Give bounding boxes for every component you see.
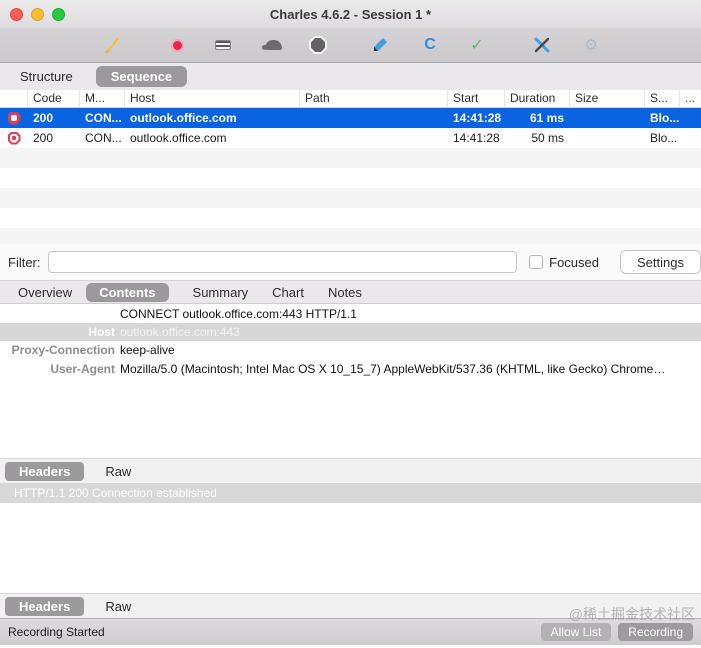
main-toolbar: C ✓ ⚙ [0, 28, 701, 63]
tools-icon[interactable] [530, 33, 554, 57]
close-button[interactable] [10, 8, 23, 21]
column-more[interactable]: ... [680, 90, 701, 107]
tab-sequence[interactable]: Sequence [95, 66, 188, 87]
settings-button[interactable]: Settings [620, 250, 701, 274]
response-status-line[interactable]: HTTP/1.1 200 Connection established [0, 483, 701, 503]
column-host[interactable]: Host [125, 90, 300, 107]
tab-structure[interactable]: Structure [20, 69, 73, 84]
column-duration[interactable]: Duration [505, 90, 570, 107]
response-pane-tabs: Headers Raw [0, 593, 701, 618]
status-text: Recording Started [8, 625, 105, 639]
charles-window: Charles 4.6.2 - Session 1 * C ✓ ⚙ Struct… [0, 0, 701, 648]
clear-session-broom-icon[interactable] [101, 33, 125, 57]
tab-headers[interactable]: Headers [5, 461, 85, 481]
request-pane-tabs: Headers Raw [0, 458, 701, 483]
view-tab-strip: Structure Sequence [0, 63, 701, 90]
window-title: Charles 4.6.2 - Session 1 * [269, 6, 432, 22]
cell-method: CON... [85, 131, 122, 145]
traffic-lights [10, 8, 65, 21]
cell-method: CON... [85, 111, 122, 125]
recording-button[interactable]: Recording [618, 623, 693, 641]
filter-label: Filter: [8, 254, 41, 270]
request-contents-pane: CONNECT outlook.office.com:443 HTTP/1.1 … [0, 304, 701, 458]
request-line[interactable]: CONNECT outlook.office.com:443 HTTP/1.1 [0, 304, 701, 323]
cell-status: Blo... [650, 131, 678, 145]
header-value: Mozilla/5.0 (Macintosh; Intel Mac OS X 1… [120, 362, 666, 376]
column-size[interactable]: Size [570, 90, 645, 107]
record-icon[interactable] [165, 33, 189, 57]
tab-headers[interactable]: Headers [5, 596, 85, 616]
ssl-lock-icon [7, 131, 21, 145]
header-name: User-Agent [50, 362, 115, 376]
cell-host: outlook.office.com [130, 111, 237, 125]
column-method[interactable]: M... [80, 90, 125, 107]
table-header: Code M... Host Path Start Duration Size … [0, 90, 701, 108]
repeat-icon[interactable]: C [418, 33, 442, 57]
cell-duration: 61 ms [529, 111, 564, 125]
tab-chart[interactable]: Chart [272, 285, 304, 300]
tab-contents[interactable]: Contents [86, 282, 169, 302]
column-path[interactable]: Path [300, 90, 448, 107]
header-row-proxy-connection[interactable]: Proxy-Connection keep-alive [0, 341, 701, 360]
column-icon[interactable] [0, 90, 28, 107]
cell-start: 14:41:28 [453, 131, 500, 145]
focused-label: Focused [549, 254, 600, 270]
focused-checkbox[interactable] [529, 255, 544, 269]
detail-tab-strip: Overview Contents Summary Chart Notes [0, 280, 701, 304]
zoom-button[interactable] [52, 8, 65, 21]
throttle-icon[interactable] [211, 33, 235, 57]
allow-list-button[interactable]: Allow List [540, 623, 612, 641]
header-value: outlook.office.com:443 [120, 325, 240, 339]
column-start[interactable]: Start [448, 90, 505, 107]
validate-icon[interactable]: ✓ [465, 33, 489, 57]
header-row-host[interactable]: Host outlook.office.com:443 [0, 323, 701, 341]
tab-notes[interactable]: Notes [328, 285, 362, 300]
column-code[interactable]: Code [28, 90, 80, 107]
cell-host: outlook.office.com [130, 131, 227, 145]
table-row[interactable]: 200 CON... outlook.office.com 14:41:28 5… [0, 128, 701, 148]
tab-raw[interactable]: Raw [105, 464, 131, 479]
throttling-turtle-icon[interactable] [261, 33, 285, 57]
minimize-button[interactable] [31, 8, 44, 21]
status-buttons: Allow List Recording [540, 623, 693, 641]
status-bar: Recording Started Allow List Recording [0, 618, 701, 645]
breakpoints-icon[interactable] [306, 33, 330, 57]
cell-code: 200 [33, 131, 54, 145]
header-row-user-agent[interactable]: User-Agent Mozilla/5.0 (Macintosh; Intel… [0, 360, 701, 379]
filter-bar: Filter: Focused Settings [0, 244, 701, 280]
header-value: keep-alive [120, 343, 175, 357]
tab-raw[interactable]: Raw [105, 599, 131, 614]
cell-duration: 50 ms [531, 131, 564, 145]
title-bar: Charles 4.6.2 - Session 1 * [0, 0, 701, 28]
tab-summary[interactable]: Summary [193, 285, 249, 300]
header-name: Proxy-Connection [11, 343, 115, 357]
tab-overview[interactable]: Overview [18, 285, 72, 300]
filter-input[interactable] [47, 251, 518, 273]
cell-start: 14:41:28 [453, 111, 502, 125]
ssl-lock-icon [7, 111, 21, 125]
cell-code: 200 [33, 111, 54, 125]
header-name: Host [88, 325, 115, 339]
table-row[interactable]: 200 CON... outlook.office.com 14:41:28 6… [0, 108, 701, 128]
response-body-area [0, 503, 701, 593]
cell-status: Blo... [650, 111, 680, 125]
empty-table-rows [0, 148, 701, 244]
column-status[interactable]: S... [645, 90, 680, 107]
settings-gear-icon[interactable]: ⚙ [579, 33, 603, 57]
compose-icon[interactable] [368, 33, 392, 57]
